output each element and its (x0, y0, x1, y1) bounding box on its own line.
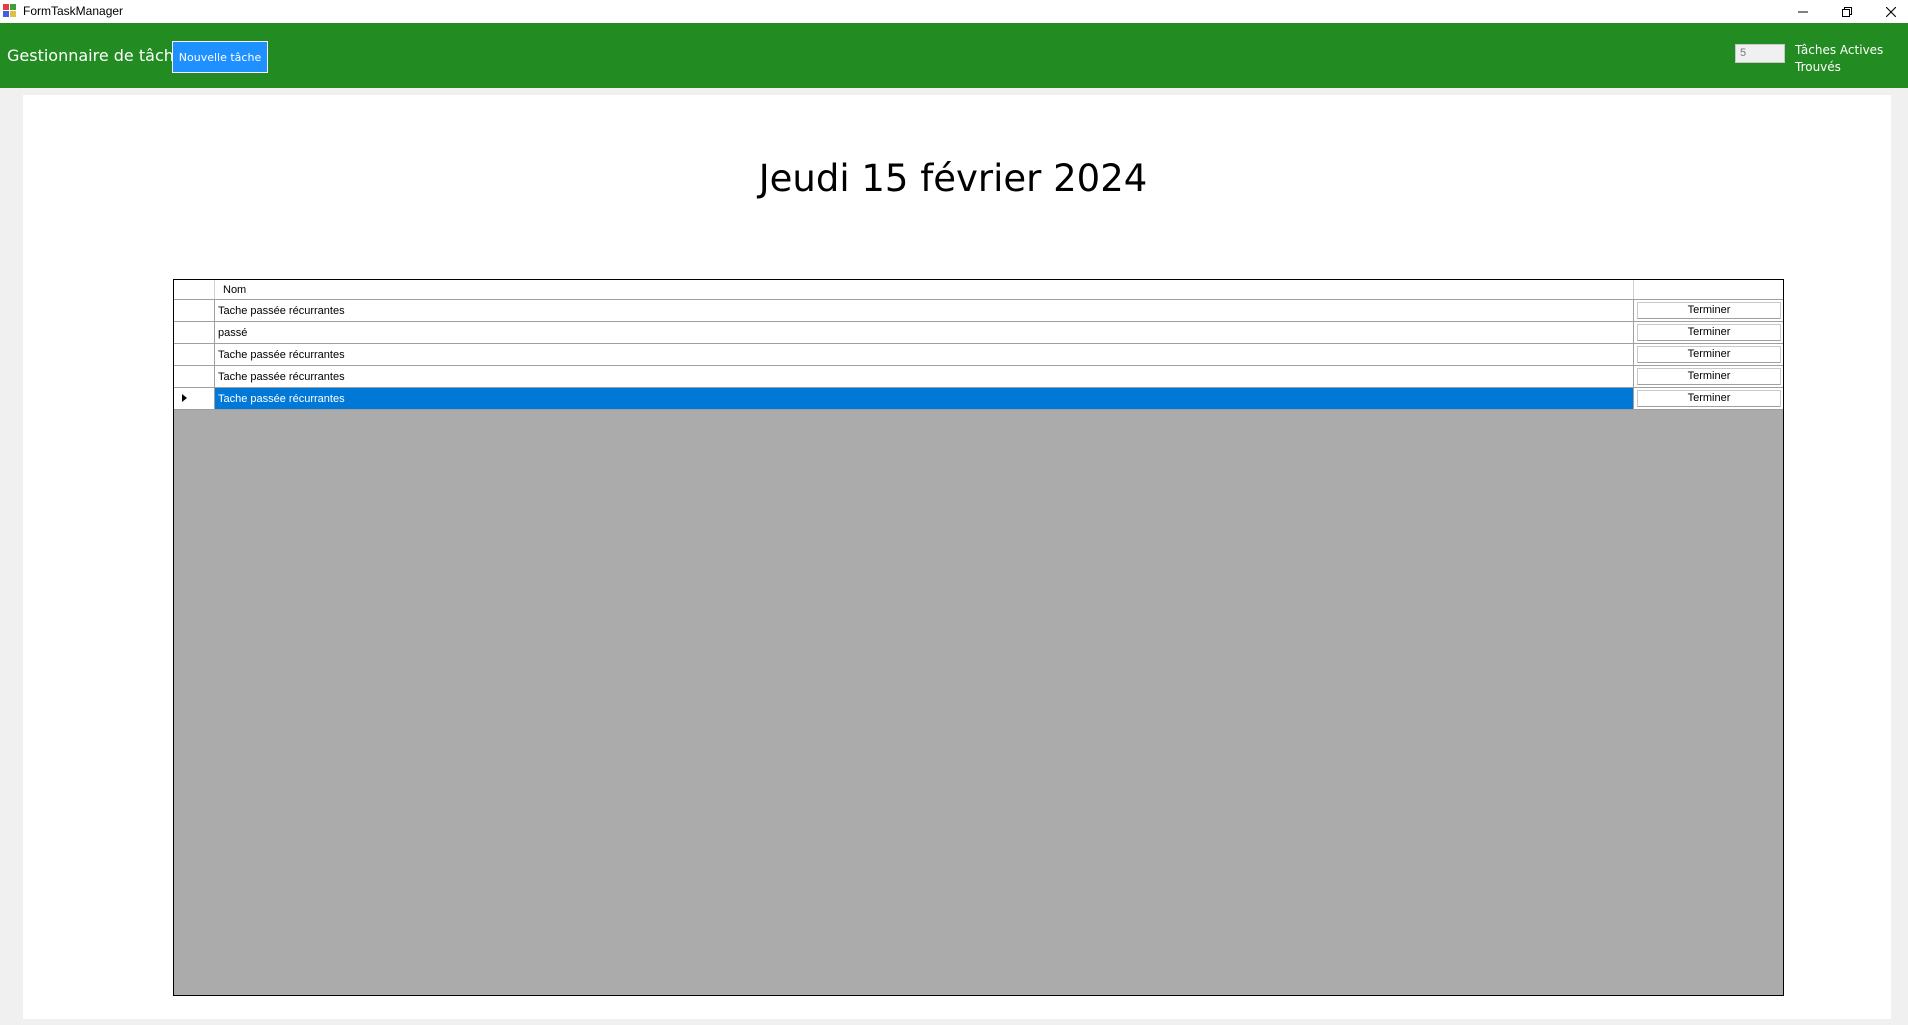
header-corner (174, 280, 215, 299)
task-name-cell[interactable]: Tache passée récurrantes (215, 388, 1634, 409)
table-row[interactable]: Tache passée récurrantes Terminer (174, 300, 1783, 322)
column-header-name[interactable]: Nom (215, 280, 1634, 299)
new-task-button[interactable]: Nouvelle tâche (172, 41, 268, 73)
task-grid[interactable]: Nom Tache passée récurrantes Terminer pa… (173, 279, 1784, 996)
row-header[interactable] (174, 300, 215, 321)
terminer-button[interactable]: Terminer (1637, 346, 1781, 363)
table-row[interactable]: passé Terminer (174, 322, 1783, 344)
active-count-label: Tâches Actives Trouvés (1795, 43, 1884, 74)
row-header[interactable] (174, 388, 215, 409)
restore-icon (1842, 6, 1852, 17)
table-row[interactable]: Tache passée récurrantes Terminer (174, 366, 1783, 388)
app-icon (3, 4, 17, 18)
date-title: Jeudi 15 février 2024 (758, 157, 1148, 200)
task-name-cell[interactable]: Tache passée récurrantes (215, 344, 1634, 365)
action-cell: Terminer (1634, 300, 1783, 321)
terminer-button[interactable]: Terminer (1637, 368, 1781, 385)
row-header[interactable] (174, 366, 215, 387)
task-name-cell[interactable]: Tache passée récurrantes (215, 300, 1634, 321)
task-name-cell[interactable]: Tache passée récurrantes (215, 366, 1634, 387)
title-bar[interactable]: FormTaskManager (0, 0, 1908, 23)
minimize-button[interactable] (1781, 0, 1825, 23)
window-title: FormTaskManager (23, 4, 124, 18)
row-header[interactable] (174, 322, 215, 343)
terminer-button[interactable]: Terminer (1637, 390, 1781, 407)
close-icon (1886, 6, 1896, 17)
active-count-field[interactable]: 5 (1735, 44, 1785, 63)
action-cell: Terminer (1634, 366, 1783, 387)
restore-button[interactable] (1825, 0, 1869, 23)
column-header-action[interactable] (1634, 280, 1783, 299)
minimize-icon (1798, 11, 1808, 12)
task-name-cell[interactable]: passé (215, 322, 1634, 343)
table-row-selected[interactable]: Tache passée récurrantes Terminer (174, 388, 1783, 410)
row-header[interactable] (174, 344, 215, 365)
action-cell: Terminer (1634, 388, 1783, 409)
app-window: FormTaskManager Gestionnaire de tâches N… (0, 0, 1908, 1025)
terminer-button[interactable]: Terminer (1637, 302, 1781, 319)
terminer-button[interactable]: Terminer (1637, 324, 1781, 341)
table-row[interactable]: Tache passée récurrantes Terminer (174, 344, 1783, 366)
main-panel: Jeudi 15 février 2024 Nom Tache passée r… (23, 95, 1891, 1019)
header-bar: Gestionnaire de tâches Nouvelle tâche 5 … (0, 23, 1908, 88)
current-row-arrow-icon (182, 394, 187, 402)
grid-header: Nom (174, 280, 1783, 300)
close-button[interactable] (1869, 0, 1908, 23)
app-title: Gestionnaire de tâches (7, 46, 193, 65)
action-cell: Terminer (1634, 344, 1783, 365)
action-cell: Terminer (1634, 322, 1783, 343)
